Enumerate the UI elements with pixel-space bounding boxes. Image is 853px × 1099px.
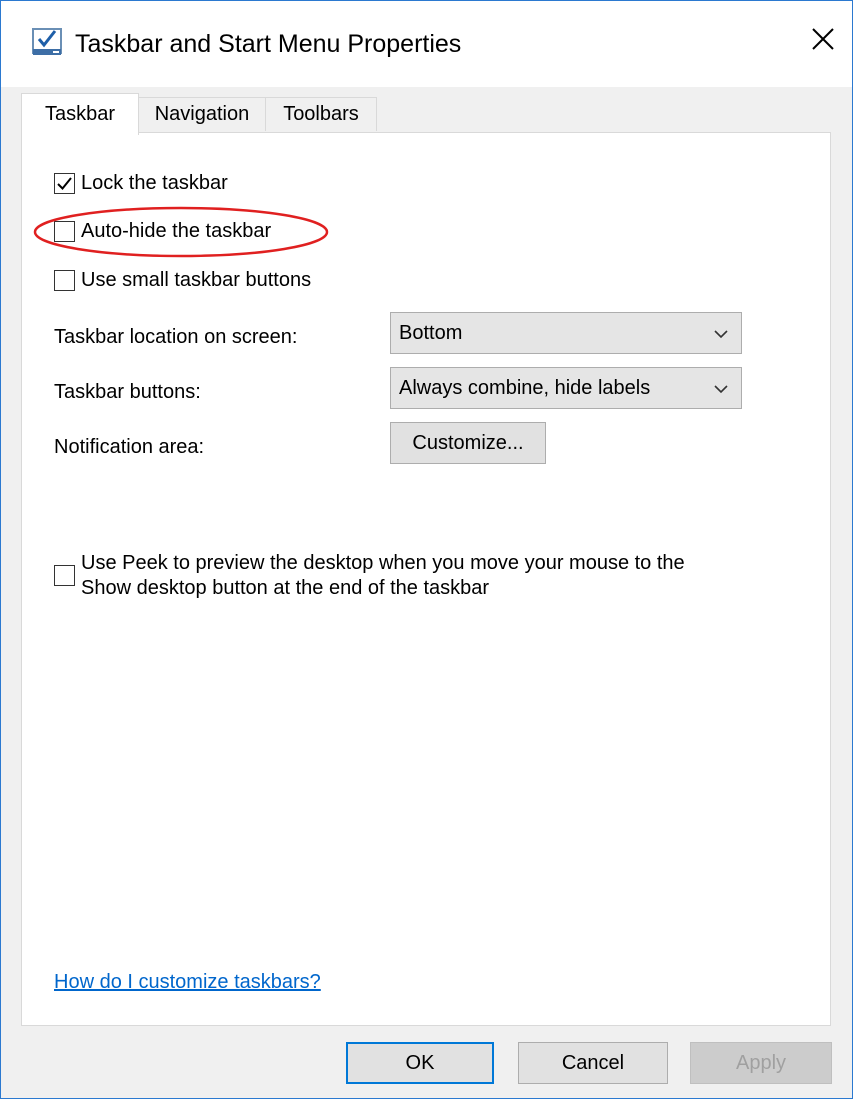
small-buttons-option[interactable]: Use small taskbar buttons bbox=[54, 269, 311, 292]
chevron-down-icon bbox=[713, 325, 729, 348]
peek-label-line2: Show desktop button at the end of the ta… bbox=[81, 577, 490, 599]
peek-label-line1: Use Peek to preview the desktop when you… bbox=[81, 552, 685, 574]
customize-button[interactable]: Customize... bbox=[390, 422, 546, 464]
taskbar-buttons-value: Always combine, hide labels bbox=[399, 376, 651, 399]
autohide-taskbar-label: Auto-hide the taskbar bbox=[81, 220, 272, 242]
title-bar: Taskbar and Start Menu Properties bbox=[1, 1, 852, 87]
checkmark-icon bbox=[57, 177, 72, 190]
tab-navigation[interactable]: Navigation bbox=[138, 97, 266, 131]
properties-window: Taskbar and Start Menu Properties Taskba… bbox=[0, 0, 853, 1099]
location-label: Taskbar location on screen: bbox=[54, 326, 298, 348]
autohide-taskbar-checkbox[interactable] bbox=[54, 221, 75, 242]
location-dropdown[interactable]: Bottom bbox=[390, 312, 742, 354]
tab-toolbars[interactable]: Toolbars bbox=[265, 97, 377, 131]
peek-option[interactable]: Use Peek to preview the desktop when you… bbox=[54, 551, 685, 601]
peek-checkbox[interactable] bbox=[54, 565, 75, 586]
lock-taskbar-option[interactable]: Lock the taskbar bbox=[54, 172, 228, 195]
small-buttons-checkbox[interactable] bbox=[54, 270, 75, 291]
taskbar-properties-icon bbox=[31, 25, 65, 59]
lock-taskbar-label: Lock the taskbar bbox=[81, 172, 228, 194]
taskbar-buttons-dropdown[interactable]: Always combine, hide labels bbox=[390, 367, 742, 409]
window-title: Taskbar and Start Menu Properties bbox=[75, 30, 462, 58]
ok-button[interactable]: OK bbox=[346, 1042, 494, 1084]
cancel-button[interactable]: Cancel bbox=[518, 1042, 668, 1084]
notification-area-label: Notification area: bbox=[54, 436, 205, 458]
taskbar-tab-panel: Lock the taskbar Auto-hide the taskbar U… bbox=[21, 132, 831, 1026]
apply-button[interactable]: Apply bbox=[690, 1042, 832, 1084]
small-buttons-label: Use small taskbar buttons bbox=[81, 269, 312, 291]
help-link[interactable]: How do I customize taskbars? bbox=[54, 971, 321, 994]
location-value: Bottom bbox=[399, 321, 463, 344]
close-icon bbox=[811, 27, 835, 56]
close-button[interactable] bbox=[794, 15, 852, 67]
tab-taskbar[interactable]: Taskbar bbox=[21, 93, 139, 135]
autohide-taskbar-option[interactable]: Auto-hide the taskbar bbox=[54, 220, 271, 243]
chevron-down-icon bbox=[713, 380, 729, 403]
taskbar-buttons-label: Taskbar buttons: bbox=[54, 381, 201, 403]
lock-taskbar-checkbox[interactable] bbox=[54, 173, 75, 194]
peek-label: Use Peek to preview the desktop when you… bbox=[81, 551, 685, 601]
